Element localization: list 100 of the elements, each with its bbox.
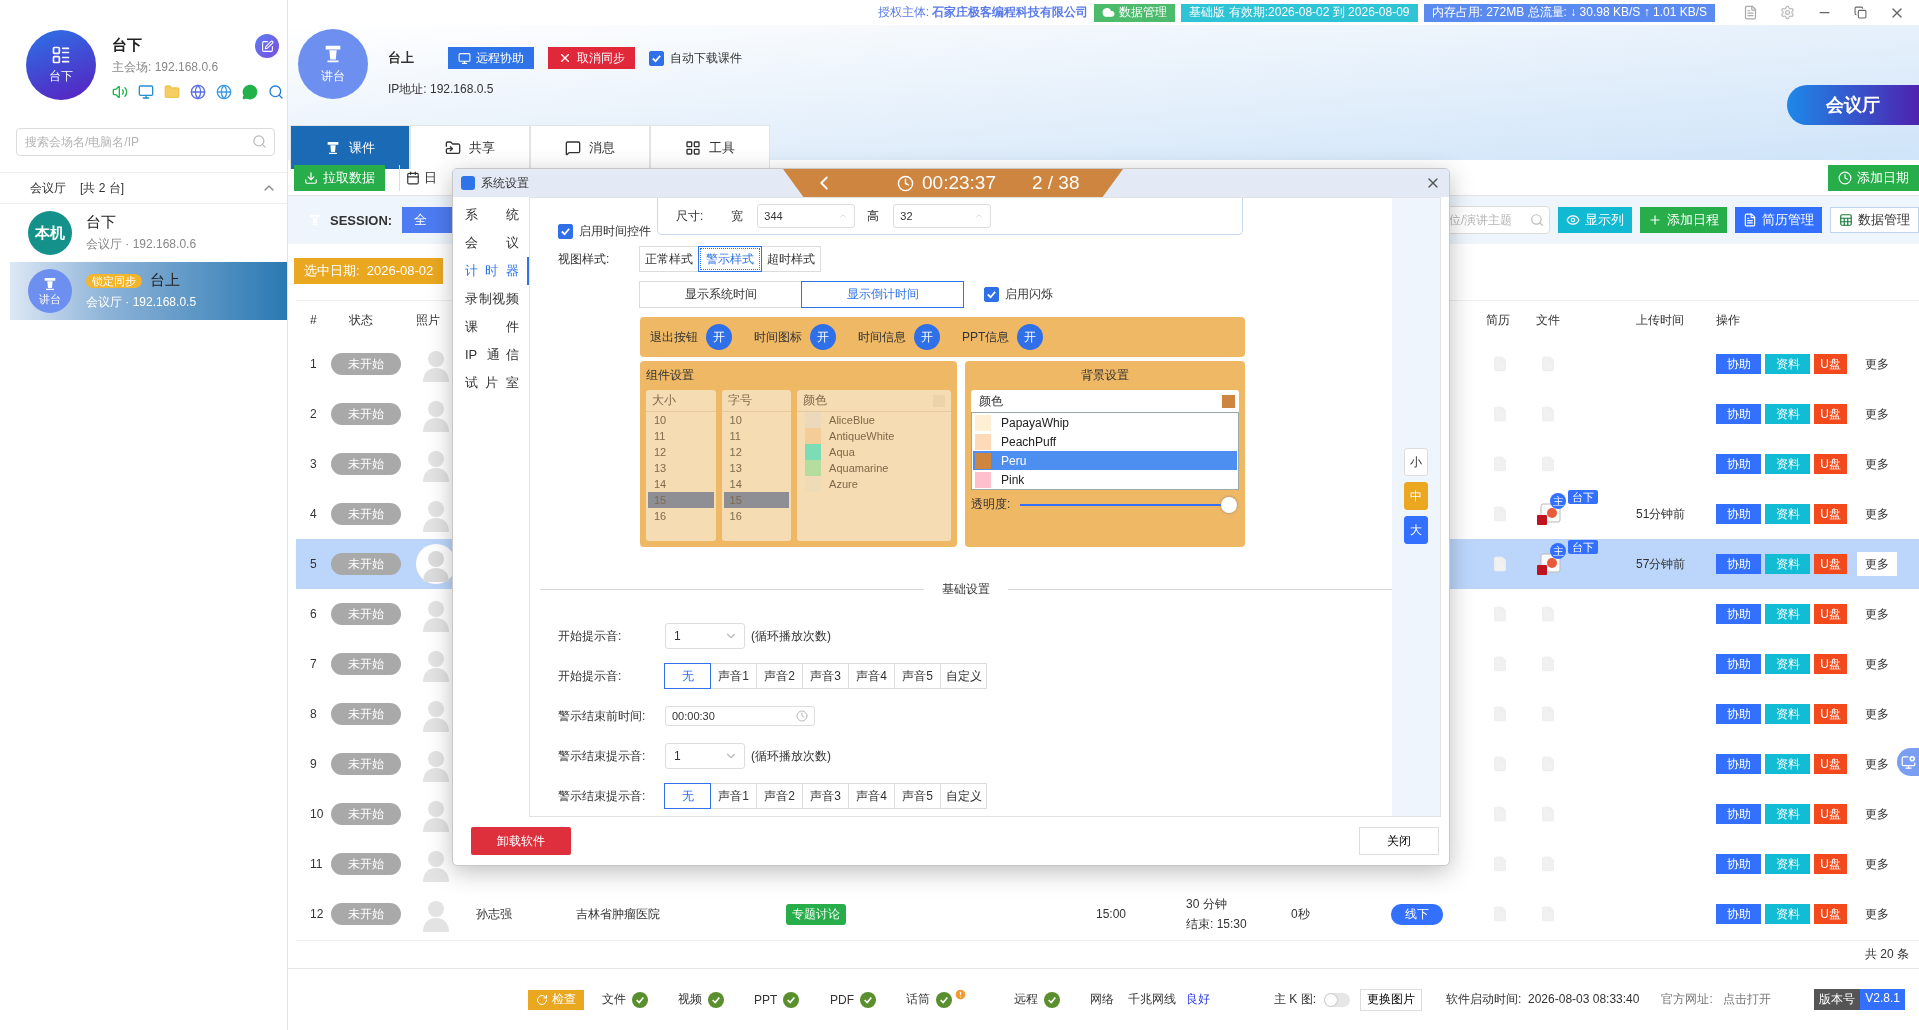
list-header: 字号 <box>727 392 752 409</box>
device-name: 台上 <box>150 271 180 288</box>
sync-badge: 锁定同步 <box>86 274 142 288</box>
color-name: Aqua <box>829 446 855 458</box>
device-avatar: 本机 <box>28 211 72 255</box>
column-header: # <box>309 313 317 327</box>
field-label: 开始提示音: <box>558 667 623 685</box>
check-label: 远程 <box>1014 991 1038 1008</box>
end-time: 结束: 15:30 <box>1186 915 1248 933</box>
row-number: 5 <box>309 557 318 571</box>
main-k-label: 主 K 图: <box>1274 991 1316 1008</box>
total-count: 共 20 条 <box>1865 946 1909 963</box>
table-cell-text: 0秒 <box>1291 905 1311 923</box>
section-title: 基础设置 <box>942 581 990 598</box>
group-title: 会议厅 <box>30 179 66 197</box>
status-badge: 未开始 <box>331 453 401 475</box>
row-number: 2 <box>309 407 318 421</box>
device-name: 台下 <box>112 36 142 55</box>
check-label: 文件 <box>602 991 626 1008</box>
row-number: 4 <box>309 507 318 521</box>
color-name: Azure <box>829 478 858 490</box>
color-name: 10 <box>654 414 667 426</box>
color-name: 13 <box>654 462 667 474</box>
main-mark: 主 <box>1550 543 1566 559</box>
color-name: 10 <box>729 414 742 426</box>
status-badge: 未开始 <box>331 503 401 525</box>
device-name: 台下 <box>86 213 116 230</box>
panel-title: 组件设置 <box>646 367 695 384</box>
session-type-tag: 专题讨论 <box>786 903 846 925</box>
color-name: Peru <box>1001 453 1027 468</box>
color-name: 14 <box>654 478 667 490</box>
color-name: AntiqueWhite <box>829 430 895 442</box>
status-badge: 未开始 <box>331 353 401 375</box>
color-name: Pink <box>1001 472 1025 487</box>
column-header: 简历 <box>1486 311 1510 329</box>
status-badge: 未开始 <box>331 753 401 775</box>
switch-label: 退出按钮 <box>650 328 698 346</box>
color-name: 11 <box>654 430 666 442</box>
field-label: 警示结束前时间: <box>558 707 647 725</box>
table-cell-text: 孙志强 <box>476 905 513 923</box>
page-counter: 2 / 38 <box>1031 172 1080 194</box>
duration: 30 分钟 <box>1186 895 1228 913</box>
color-name: 16 <box>729 510 742 522</box>
upload-time: 57分钟前 <box>1636 555 1687 573</box>
color-name: 15 <box>729 494 742 506</box>
edition-info: 基础版 有效期:2026-08-02 到 2026-08-09 <box>1181 3 1418 22</box>
ip-address: IP地址: 192.168.0.5 <box>388 81 495 98</box>
column-header: 状态 <box>348 311 373 329</box>
row-number: 12 <box>309 907 325 921</box>
start-time: 软件启动时间: 2026-08-03 08:33:40 <box>1446 991 1640 1008</box>
color-name: 15 <box>654 494 667 506</box>
column-header: 操作 <box>1716 311 1740 329</box>
network-type: 千兆网线 <box>1128 991 1176 1008</box>
dialog-title: 系统设置 <box>481 174 529 192</box>
device-address: 会议厅 · 192.168.0.5 <box>86 294 197 311</box>
device-count: [共 2 台] <box>80 179 124 197</box>
location-badge: 台下 <box>1568 490 1598 504</box>
switch-label: PPT信息 <box>962 328 1010 346</box>
column-header: 照片 <box>416 311 440 329</box>
row-number: 7 <box>309 657 318 671</box>
row-number: 1 <box>309 357 318 371</box>
switch-label: 时间信息 <box>858 328 906 346</box>
podium-avatar: 讲台 <box>298 29 368 99</box>
main-mark: 主 <box>1550 493 1566 509</box>
status-badge: 未开始 <box>331 553 401 575</box>
website-label: 官方网址: <box>1661 991 1713 1008</box>
traffic-info: 内存占用: 272MB 总流量: ↓ 30.98 KB/S ↑ 1.01 KB/S <box>1423 3 1715 22</box>
license-holder: 授权主体: 石家庄极客编程科技有限公司 <box>877 4 1089 21</box>
color-name: 11 <box>729 430 741 442</box>
location-badge: 台下 <box>1568 540 1598 554</box>
host-address: 主会场: 192.168.0.6 <box>112 59 220 76</box>
list-header: 颜色 <box>803 392 828 409</box>
row-number: 3 <box>309 457 318 471</box>
table-cell-text: 15:00 <box>1096 907 1128 921</box>
check-label: 话筒 <box>906 991 930 1008</box>
color-name: PeachPuff <box>1001 434 1057 449</box>
height-label: 高 <box>867 207 880 225</box>
version-number: V2.8.1 <box>1860 989 1905 1010</box>
session-label: SESSION: <box>308 212 393 228</box>
switch-label: 时间图标 <box>754 328 802 346</box>
size-label: 尺寸: <box>676 207 704 225</box>
selected-date: 选中日期: 2026-08-02 <box>294 258 444 284</box>
network-label: 网络 <box>1090 991 1114 1008</box>
status-badge: 未开始 <box>331 403 401 425</box>
countdown-time: 00:23:37 <box>922 172 996 194</box>
color-name: 12 <box>729 446 742 458</box>
color-name: AliceBlue <box>829 414 875 426</box>
device-address: 会议厅 · 192.168.0.6 <box>86 236 197 253</box>
width-label: 宽 <box>731 207 744 225</box>
status-badge: 未开始 <box>331 903 401 925</box>
color-name: 12 <box>654 446 667 458</box>
status-badge: 未开始 <box>331 803 401 825</box>
podium-name: 台上 <box>388 49 414 67</box>
row-number: 11 <box>309 857 324 871</box>
field-hint: (循环播放次数) <box>751 627 831 645</box>
row-number: 9 <box>309 757 318 771</box>
status-badge: 未开始 <box>331 853 401 875</box>
device-avatar: 讲台 <box>28 269 72 313</box>
upload-time: 51分钟前 <box>1636 505 1687 523</box>
status-badge: 未开始 <box>331 603 401 625</box>
